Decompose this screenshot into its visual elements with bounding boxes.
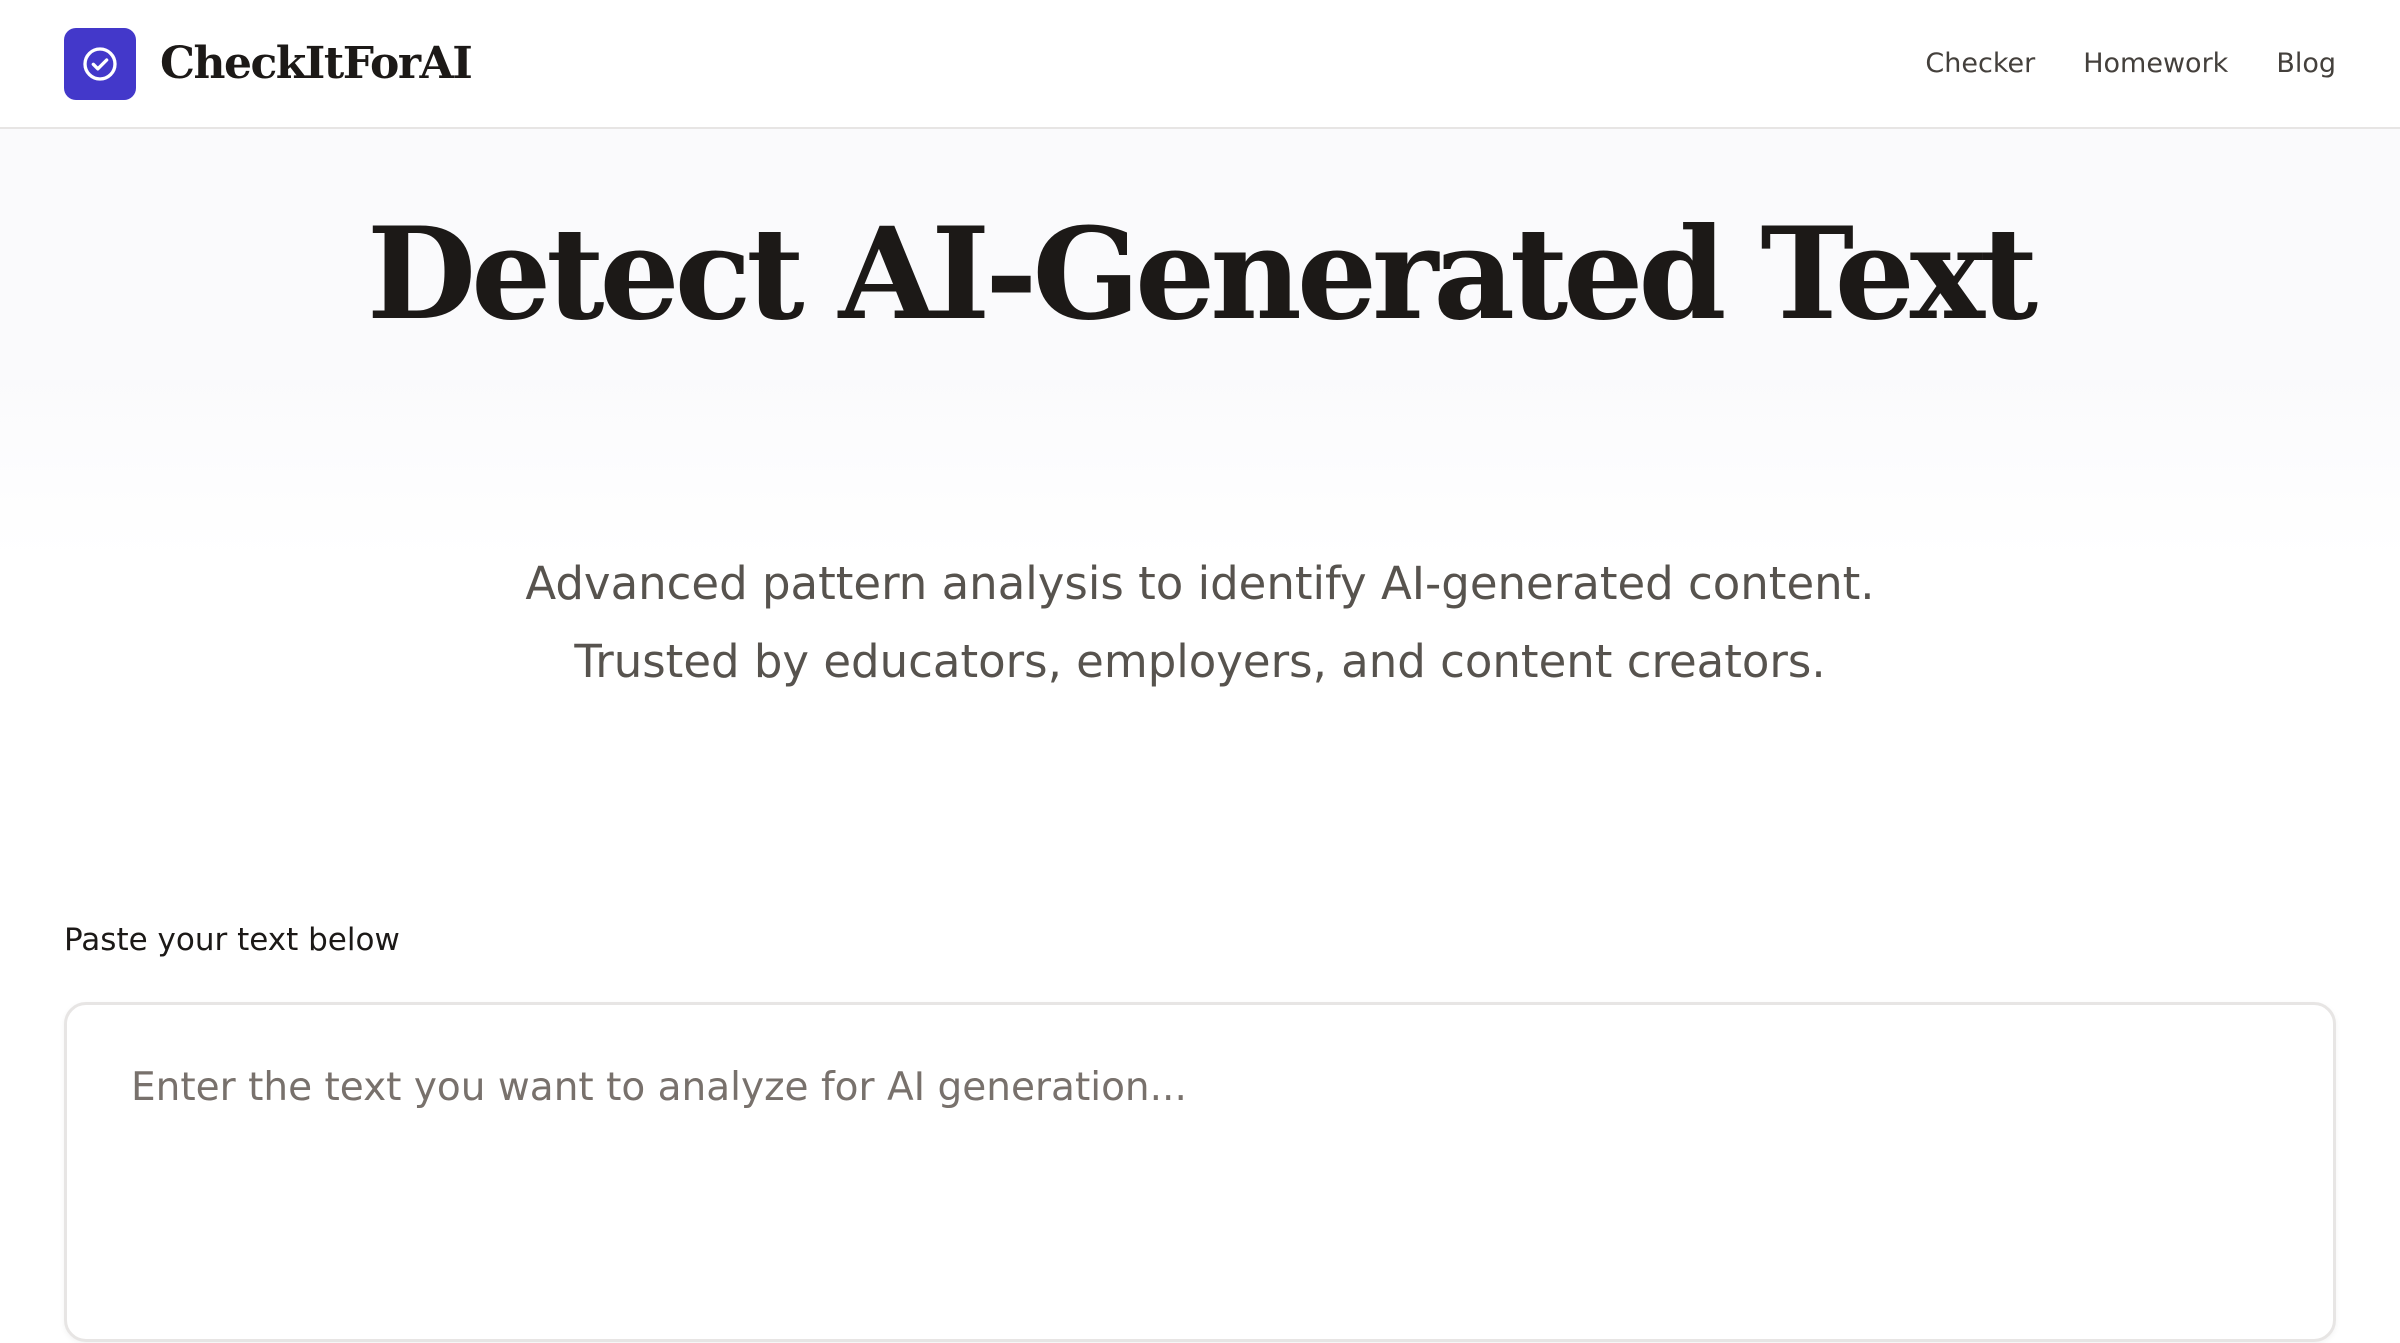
check-circle-icon: [64, 27, 136, 100]
nav-link-blog[interactable]: Blog: [2276, 48, 2336, 79]
hero-subtitle-line-1: Advanced pattern analysis to identify AI…: [525, 557, 1875, 610]
text-input[interactable]: [67, 1005, 2333, 1339]
brand-link[interactable]: CheckItForAI: [64, 27, 473, 100]
brand-name: CheckItForAI: [160, 38, 473, 89]
page-title: Detect AI-Generated Text: [366, 200, 2038, 348]
hero-subtitle-line-2: Trusted by educators, employers, and con…: [574, 635, 1826, 688]
text-input-label: Paste your text below: [64, 922, 400, 958]
nav-link-checker[interactable]: Checker: [1925, 48, 2035, 79]
text-input-container: [64, 1002, 2336, 1342]
nav-link-homework[interactable]: Homework: [2083, 48, 2228, 79]
site-header: CheckItForAI Checker Homework Blog: [0, 0, 2400, 129]
hero-subtitle: Advanced pattern analysis to identify AI…: [0, 545, 2400, 701]
main-nav: Checker Homework Blog: [1925, 48, 2336, 79]
